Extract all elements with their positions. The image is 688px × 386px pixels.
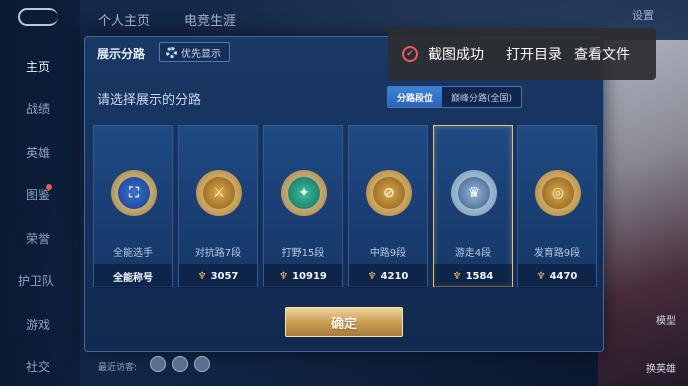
lane-cards: ⛶ 全能选手 全能称号 ⚔ 对抗路7段 ♆ 3057 ✦ 打野15段 ♆ 109… [93,125,597,288]
nav-item-guard[interactable]: 护卫队 [0,272,80,292]
nav-item-label: 荣誉 [26,232,51,246]
rank-point-icon: ♆ [452,270,462,282]
card-name: 全能选手 [113,248,153,259]
card-score: ♆ 4210 [349,264,427,288]
avatar[interactable] [172,356,188,372]
lane-card-selected[interactable]: ♛ 游走4段 ♆ 1584 [433,125,513,288]
score-value: 4470 [549,270,578,282]
nav-item-honor[interactable]: 荣誉 [0,230,80,250]
lane-card[interactable]: ◎ 发育路9段 ♆ 4470 [517,125,597,288]
avatar[interactable] [150,356,166,372]
lane-card[interactable]: ⊘ 中路9段 ♆ 4210 [348,125,428,288]
card-score: ♆ 3057 [179,264,257,288]
nav-item-home[interactable]: 主页 [0,58,80,78]
avatar[interactable] [194,356,210,372]
score-value: 3057 [210,270,239,282]
change-hero-button[interactable]: 换英雄 [646,360,676,375]
jungle-emblem-icon: ✦ [281,170,327,216]
dialog-title: 展示分路 [97,47,146,61]
back-icon[interactable] [18,8,58,26]
rank-point-icon: ♆ [367,270,377,282]
dialog-subtitle: 请选择展示的分路 [97,93,202,108]
card-name: 对抗路7段 [194,248,242,259]
card-score: ♆ 4470 [518,264,596,288]
mid-lane-emblem-icon: ⊘ [366,170,412,216]
segment-peak-lane[interactable]: 巅峰分路(全国) [442,87,522,107]
nav-item-label: 英雄 [26,146,51,160]
segment-control: 分路段位 巅峰分路(全国) [387,86,523,108]
nav-item-label: 图鉴 [26,188,51,202]
nav-item-label: 战绩 [26,102,51,116]
nav-item-social[interactable]: 社交 [0,358,80,378]
card-name: 打野15段 [281,248,325,259]
open-folder-button[interactable]: 打开目录 [506,44,562,64]
score-value: 全能称号 [113,272,153,284]
model-button[interactable]: 模型 [656,312,676,327]
card-name: 发育路9段 [533,248,581,259]
notification-dot [46,184,52,190]
card-name: 游走4段 [454,248,492,259]
farm-lane-emblem-icon: ◎ [535,170,581,216]
score-value: 1584 [465,270,494,282]
lane-card[interactable]: ⚔ 对抗路7段 ♆ 3057 [178,125,258,288]
toast-message: 截图成功 [428,47,484,63]
tab-profile[interactable]: 个人主页 [98,10,150,29]
rank-point-icon: ♆ [279,270,289,282]
score-value: 10919 [292,270,327,282]
rank-point-icon: ♆ [197,270,207,282]
lane-display-dialog: 展示分路 优先显示 请选择展示的分路 分路段位 巅峰分路(全国) ⛶ 全能选手 … [84,36,604,352]
card-name: 中路9段 [369,248,407,259]
screenshot-toast: ✔ 截图成功 打开目录 查看文件 [388,28,656,80]
tab-esports[interactable]: 电竞生涯 [184,10,236,29]
lane-card[interactable]: ✦ 打野15段 ♆ 10919 [263,125,343,288]
nav-item-label: 护卫队 [18,274,55,288]
lane-card[interactable]: ⛶ 全能选手 全能称号 [93,125,173,288]
nav-item-label: 社交 [26,360,51,374]
confirm-button[interactable]: 确定 [285,307,403,337]
nav-item-label: 主页 [26,60,51,74]
card-score: 全能称号 [94,264,172,288]
left-nav: 主页 战绩 英雄 图鉴 荣誉 护卫队 游戏 社交 [0,0,80,386]
nav-item-label: 游戏 [26,318,51,332]
nav-item-game[interactable]: 游戏 [0,316,80,336]
hero-figure-art [598,40,688,386]
segment-lane-rank[interactable]: 分路段位 [388,87,443,107]
recent-visitors-label: 最近访客: [98,363,138,373]
rank-point-icon: ♆ [536,270,546,282]
priority-label: 优先显示 [181,48,221,60]
check-icon: ✔ [402,46,418,62]
settings-link[interactable]: 设置 [632,7,654,23]
score-value: 4210 [380,270,409,282]
nav-item-record[interactable]: 战绩 [0,100,80,120]
nav-item-codex[interactable]: 图鉴 [0,184,80,206]
priority-display-button[interactable]: 优先显示 [159,42,230,62]
clash-lane-emblem-icon: ⚔ [196,170,242,216]
roam-emblem-icon: ♛ [451,170,497,216]
card-score: ♆ 1584 [434,264,512,288]
all-round-emblem-icon: ⛶ [111,170,157,216]
view-file-button[interactable]: 查看文件 [574,44,630,64]
gear-icon [166,46,177,58]
nav-item-heroes[interactable]: 英雄 [0,144,80,164]
card-score: ♆ 10919 [264,264,342,288]
